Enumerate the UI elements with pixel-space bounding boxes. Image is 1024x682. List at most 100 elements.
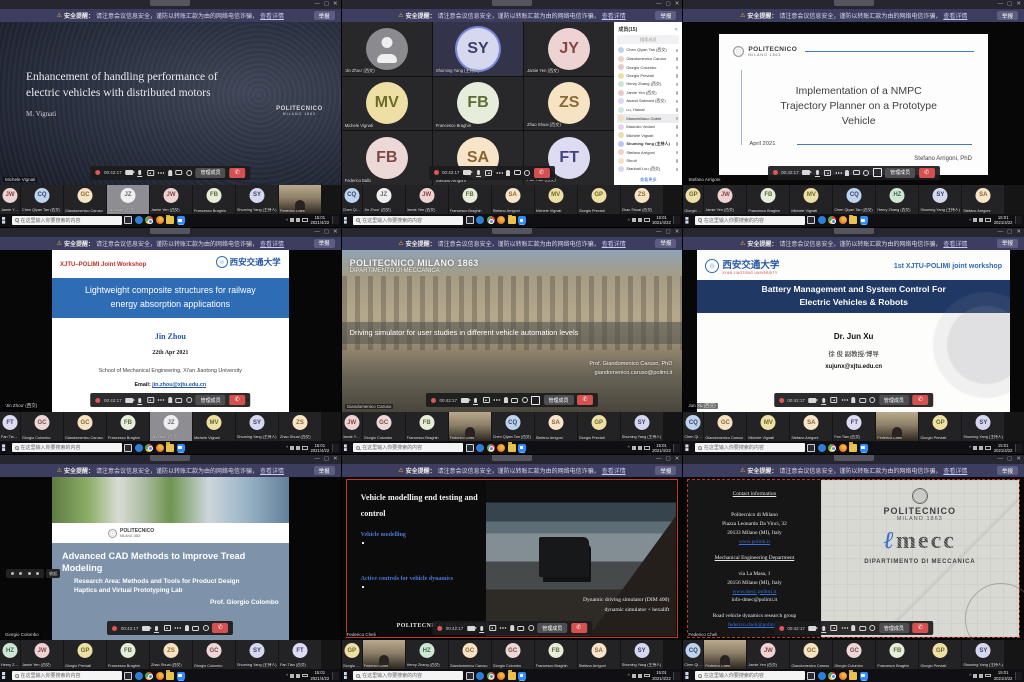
member-row[interactable]: Stanbail Lou (西交) — [617, 165, 679, 174]
firefox-icon[interactable] — [839, 672, 847, 680]
member-row[interactable]: Maurizio Vedani — [617, 123, 679, 132]
leave-meeting-button[interactable]: ✆ — [912, 395, 928, 405]
file-explorer-icon[interactable] — [508, 672, 516, 680]
banner-report-button[interactable]: 举报 — [655, 239, 676, 248]
mic-muted-icon[interactable] — [676, 100, 678, 104]
meeting-app-icon[interactable] — [177, 216, 185, 224]
polimi-link[interactable]: www.polimi.it — [688, 538, 820, 547]
more-icon[interactable] — [158, 172, 165, 174]
banner-details-link[interactable]: 查看详情 — [943, 11, 967, 20]
chat-icon[interactable] — [176, 398, 183, 403]
taskbar-clock[interactable]: 15:012021/4/22 — [652, 215, 671, 225]
file-explorer-icon[interactable] — [508, 216, 516, 224]
taskbar-search[interactable]: 在这里输入你要搜索的内容 — [12, 216, 122, 225]
mic-muted-icon[interactable] — [676, 117, 678, 121]
participant-thumbnail[interactable]: GCGiorgio Colombo — [492, 640, 534, 669]
participant-thumbnail[interactable]: GPGiorgio Previati — [919, 640, 961, 669]
share-screen-icon[interactable] — [147, 397, 154, 403]
participant-thumbnail[interactable]: Federico Cheli — [704, 640, 746, 669]
leave-meeting-button[interactable]: ✆ — [229, 395, 245, 405]
participant-thumbnail[interactable]: CQChen Qiyan Tan (西交) — [683, 412, 703, 441]
mic-icon[interactable] — [139, 170, 142, 175]
chrome-icon[interactable] — [487, 216, 495, 224]
edge-icon[interactable] — [476, 672, 484, 680]
participant-thumbnail[interactable]: GPGiorgio Previati — [64, 640, 106, 669]
video-tile[interactable]: MVMichele Vignati — [342, 77, 432, 131]
member-row[interactable]: Giorgio Colombo — [617, 63, 679, 72]
participant-thumbnail[interactable]: FBFrancesco Braghin — [406, 412, 448, 441]
share-screen-icon[interactable] — [830, 625, 837, 631]
camera-icon[interactable] — [142, 626, 150, 631]
notification-center-icon[interactable] — [1015, 672, 1022, 680]
share-indicator-tab[interactable] — [834, 228, 874, 234]
member-row[interactable]: Michele Vignati — [617, 131, 679, 140]
chrome-icon[interactable] — [828, 216, 836, 224]
participant-thumbnail[interactable]: HZHenry Zhang (西交) — [406, 640, 448, 669]
mic-muted-icon[interactable] — [676, 142, 678, 146]
member-row[interactable]: Henry Zhang (西交) — [617, 80, 679, 89]
camera-icon[interactable] — [467, 626, 475, 631]
taskbar-search[interactable]: 在这里输入你要搜索的内容 — [695, 216, 805, 225]
participant-thumbnail[interactable]: CQChen Qiyan Tan (西交) — [342, 185, 362, 214]
maximize-button[interactable]: ▢ — [666, 456, 671, 463]
share-screen-icon[interactable] — [164, 625, 171, 631]
chrome-icon[interactable] — [828, 672, 836, 680]
settings-icon[interactable] — [528, 625, 534, 631]
video-tile[interactable]: 'Jin Zhou' (西交) — [342, 22, 432, 76]
settings-icon[interactable] — [203, 625, 209, 631]
participant-thumbnail[interactable]: SYShuming Yang (主持人) — [236, 412, 278, 441]
minimize-button[interactable]: — — [998, 229, 1004, 236]
manage-members-button[interactable]: 管理成员 — [879, 395, 909, 405]
chat-icon[interactable] — [176, 170, 183, 175]
mic-muted-icon[interactable] — [676, 151, 678, 155]
maximize-button[interactable]: ▢ — [324, 1, 329, 8]
participant-thumbnail[interactable]: CQChen Qiyan Tan (西交) — [21, 185, 63, 214]
mic-muted-icon[interactable] — [676, 168, 678, 172]
mic-muted-icon[interactable] — [676, 57, 678, 61]
maximize-button[interactable]: ▢ — [666, 229, 671, 236]
minimize-button[interactable]: — — [314, 456, 320, 463]
participant-thumbnail[interactable]: GCGiandomenico Caruso — [790, 640, 832, 669]
participant-thumbnail[interactable]: GCGiorgio Colombo — [21, 412, 63, 441]
camera-icon[interactable] — [125, 398, 133, 403]
member-row[interactable]: Chen Qiyan Tan (西交) — [617, 46, 679, 55]
banner-report-button[interactable]: 举报 — [314, 239, 335, 248]
start-button[interactable] — [685, 444, 692, 451]
participant-thumbnail[interactable]: GCGiandomenico Caruso — [449, 640, 491, 669]
taskbar-clock[interactable]: 15:012021/4/22 — [652, 443, 671, 453]
edge-icon[interactable] — [476, 216, 484, 224]
participant-thumbnail[interactable]: FTFan Tian (西交) — [833, 412, 875, 441]
participant-thumbnail[interactable]: Federico Cheli — [279, 185, 321, 214]
participant-thumbnail[interactable]: JWJamie Yen (西交) — [704, 185, 746, 214]
firefox-icon[interactable] — [497, 444, 505, 452]
task-view-icon[interactable] — [807, 444, 815, 452]
banner-details-link[interactable]: 查看详情 — [943, 239, 967, 248]
manage-members-button[interactable]: 管理成员 — [885, 168, 915, 178]
edge-icon[interactable] — [135, 672, 143, 680]
participant-thumbnail[interactable]: JWJamie Yen (西交) — [0, 185, 20, 214]
participant-thumbnail[interactable]: ZSZhao Shuai (西交) — [150, 640, 192, 669]
participant-thumbnail[interactable]: GPGiorgio Previati — [578, 412, 620, 441]
video-tile[interactable]: JYJamie Yen (西交) — [524, 22, 614, 76]
notification-center-icon[interactable] — [1015, 444, 1022, 452]
meeting-app-icon[interactable] — [518, 444, 526, 452]
task-view-icon[interactable] — [466, 444, 474, 452]
banner-details-link[interactable]: 查看详情 — [260, 239, 284, 248]
file-explorer-icon[interactable] — [166, 216, 174, 224]
minimize-button[interactable]: — — [314, 1, 320, 8]
panel-close-icon[interactable]: ✕ — [674, 27, 678, 33]
share-indicator-tab[interactable] — [150, 228, 190, 234]
system-tray[interactable]: ^ — [628, 218, 650, 223]
manage-members-button[interactable]: 管理成员 — [543, 395, 573, 405]
chrome-icon[interactable] — [145, 444, 153, 452]
mic-icon[interactable] — [480, 626, 483, 631]
chat-icon[interactable] — [511, 398, 518, 403]
participant-thumbnail[interactable]: CQChen Qiyan Tan (西交) — [683, 640, 703, 669]
settings-icon[interactable] — [869, 625, 875, 631]
chat-icon[interactable] — [514, 170, 521, 175]
close-button[interactable]: ✕ — [1016, 1, 1021, 8]
participant-thumbnail[interactable]: GCGiorgio Colombo — [193, 640, 235, 669]
taskbar-search[interactable]: 在这里输入你要搜索的内容 — [695, 443, 805, 452]
raise-hand-icon[interactable] — [168, 170, 172, 176]
participant-thumbnail[interactable]: Federico Cheli — [876, 412, 918, 441]
